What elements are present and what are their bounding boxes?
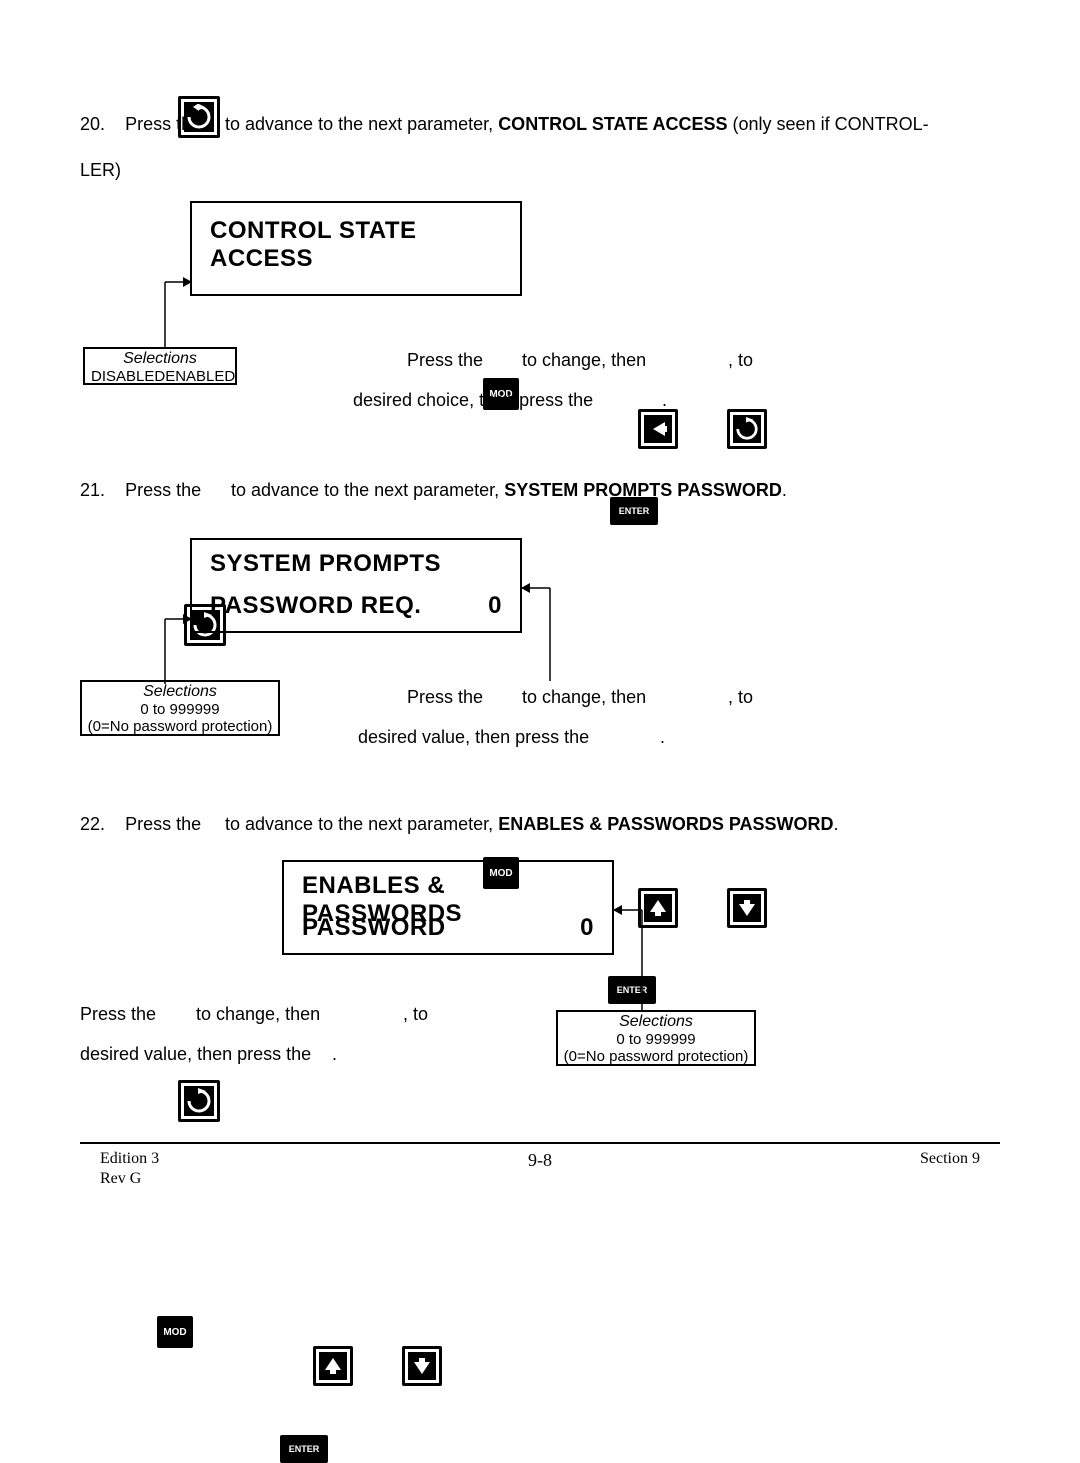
arrow-left-icon bbox=[638, 409, 678, 449]
panel-line1: SYSTEM PROMPTS bbox=[210, 550, 441, 578]
text: (only seen if CONTROL- bbox=[728, 114, 929, 134]
instr-text: desired choice, then press the bbox=[353, 390, 593, 411]
page: 20. Press the to advance to the next par… bbox=[0, 0, 1080, 1397]
selection-note: (0=No password protection) bbox=[82, 718, 278, 735]
selections-box-3: Selections 0 to 999999 (0=No password pr… bbox=[556, 1010, 756, 1066]
enter-icon: ENTER bbox=[610, 497, 658, 525]
step-num: 22. bbox=[80, 814, 105, 834]
selections-label: Selections bbox=[558, 1013, 754, 1031]
connector-arrow bbox=[520, 578, 600, 698]
step-20-text-after: to advance to the next parameter, CONTRO… bbox=[225, 114, 929, 135]
instr-text: . bbox=[332, 1044, 337, 1065]
footer-rev: Rev G bbox=[100, 1170, 141, 1188]
mod-icon: MOD bbox=[157, 1316, 193, 1348]
footer-page-number: 9-8 bbox=[0, 1150, 1080, 1171]
panel-line2: PASSWORD bbox=[302, 914, 446, 942]
step-21: 21. Press the bbox=[80, 480, 201, 501]
selection-range: 0 to 999999 bbox=[558, 1031, 754, 1048]
step-22-text-after: to advance to the next parameter, ENABLE… bbox=[225, 814, 839, 835]
step-num: 20. bbox=[80, 114, 105, 134]
selection-note: (0=No password protection) bbox=[558, 1048, 754, 1065]
key-label: ENTER bbox=[619, 506, 650, 516]
instr-text: Press the bbox=[80, 1004, 156, 1025]
enter-icon: ENTER bbox=[280, 1435, 328, 1463]
step-22: 22. Press the bbox=[80, 814, 201, 835]
instr-text: . bbox=[662, 390, 667, 411]
instr-text: Press the bbox=[407, 687, 483, 708]
key-label: ENTER bbox=[289, 1444, 320, 1454]
instr-text: , to bbox=[728, 350, 753, 371]
text: . bbox=[782, 480, 787, 500]
panel-line2: PASSWORD REQ. bbox=[210, 592, 421, 620]
text: to advance to the next parameter, bbox=[225, 814, 498, 834]
connector-arrow bbox=[612, 900, 692, 1020]
selection-disabled: DISABLED bbox=[91, 368, 165, 385]
selections-label: Selections bbox=[82, 683, 278, 701]
param-name: SYSTEM PROMPTS PASSWORD bbox=[504, 480, 782, 500]
instr-text: , to bbox=[403, 1004, 428, 1025]
text: to advance to the next parameter, bbox=[225, 114, 498, 134]
instr-text: to change, then bbox=[196, 1004, 320, 1025]
text: . bbox=[834, 814, 839, 834]
param-name: CONTROL STATE ACCESS bbox=[498, 114, 727, 134]
instr-text: desired value, then press the bbox=[80, 1044, 311, 1065]
instr-text: . bbox=[660, 727, 665, 748]
display-panel-control-state-access: CONTROL STATE ACCESS bbox=[190, 201, 522, 296]
panel-value: 0 bbox=[488, 592, 502, 620]
step-20-wrap: LER) bbox=[80, 160, 121, 181]
display-panel-enables-passwords: ENABLES & PASSWORDS PASSWORD 0 bbox=[282, 860, 614, 955]
text: LER) bbox=[80, 160, 121, 180]
text: Press the bbox=[125, 814, 201, 834]
footer-rule bbox=[80, 1142, 1000, 1144]
key-label: MOD bbox=[163, 1327, 186, 1338]
arrow-down-icon bbox=[402, 1346, 442, 1386]
cycle-icon bbox=[727, 409, 767, 449]
footer-section: Section 9 bbox=[920, 1150, 980, 1168]
arrow-down-icon bbox=[727, 888, 767, 928]
arrow-up-icon bbox=[313, 1346, 353, 1386]
panel-value: 0 bbox=[580, 914, 594, 942]
instr-text: to change, then bbox=[522, 687, 646, 708]
step-num: 21. bbox=[80, 480, 105, 500]
selection-range: 0 to 999999 bbox=[82, 701, 278, 718]
instr-text: desired value, then press the bbox=[358, 727, 589, 748]
instr-text: to change, then bbox=[522, 350, 646, 371]
cycle-icon bbox=[178, 96, 220, 138]
selection-enabled: ENABLED bbox=[165, 368, 235, 385]
cycle-icon bbox=[178, 1080, 220, 1122]
selections-box-2: Selections 0 to 999999 (0=No password pr… bbox=[80, 680, 280, 736]
instr-text: Press the bbox=[407, 350, 483, 371]
param-name: ENABLES & PASSWORDS PASSWORD bbox=[498, 814, 833, 834]
step-21-text-after: to advance to the next parameter, SYSTEM… bbox=[231, 480, 787, 501]
text: to advance to the next parameter, bbox=[231, 480, 504, 500]
text: Press the bbox=[125, 480, 201, 500]
display-panel-system-prompts: SYSTEM PROMPTS PASSWORD REQ. 0 bbox=[190, 538, 522, 633]
connector-arrow bbox=[150, 267, 200, 357]
panel-line1: CONTROL STATE ACCESS bbox=[210, 217, 520, 273]
instr-text: , to bbox=[728, 687, 753, 708]
